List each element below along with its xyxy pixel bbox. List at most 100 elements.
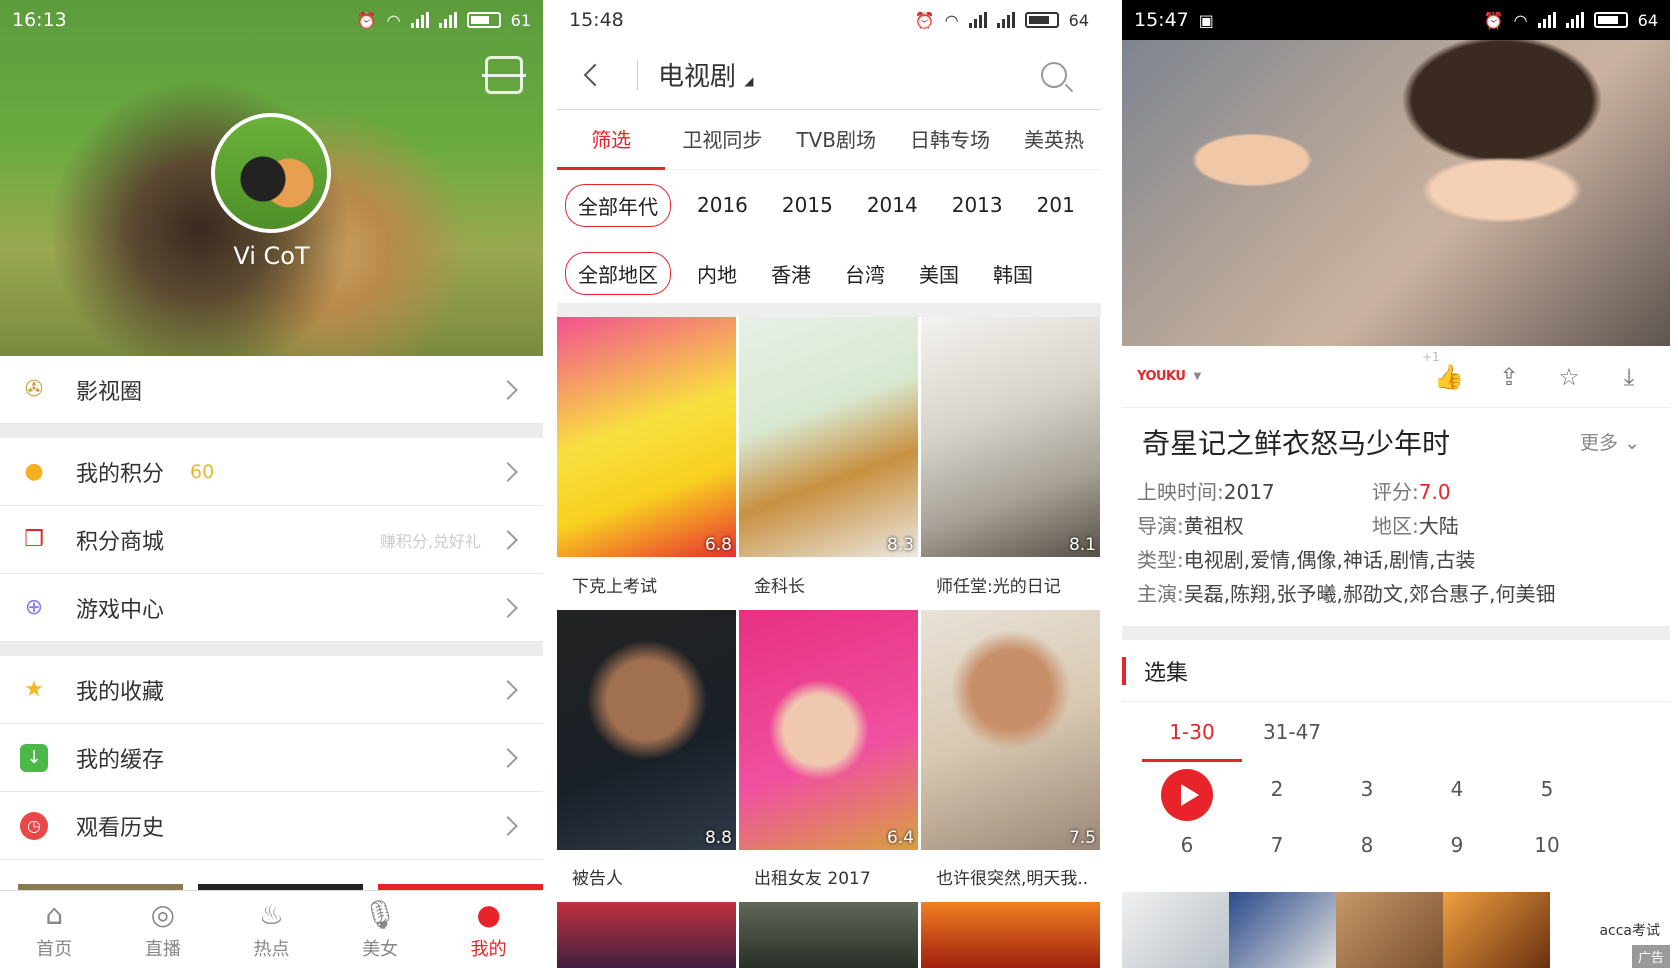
scan-icon[interactable] — [482, 56, 526, 94]
menu-item-history[interactable]: ◷ 观看历史 — [0, 792, 543, 860]
episode-button[interactable]: 4 — [1412, 777, 1502, 801]
menu-hint: 赚积分,兑好礼 — [379, 531, 481, 551]
menu-item-favorites[interactable]: ★ 我的收藏 — [0, 656, 543, 724]
show-poster[interactable]: 8.1 — [921, 317, 1100, 557]
more-label: 更多 — [1580, 432, 1619, 454]
value: 吴磊,陈翔,张予曦,郝劭文,郊合惠子,何美钿 — [1183, 582, 1556, 606]
show-poster[interactable]: 8.8 — [557, 610, 736, 850]
menu-label: 影视圈 — [76, 379, 143, 405]
menu-item-mall[interactable]: ❒ 积分商城 赚积分,兑好礼 — [0, 506, 543, 574]
chip-year[interactable]: 2013 — [952, 193, 1003, 217]
episode-button[interactable]: 10 — [1502, 833, 1592, 857]
episode-button[interactable]: 2 — [1232, 777, 1322, 801]
alarm-icon: ⏰ — [1483, 10, 1504, 30]
chip-region[interactable]: 台湾 — [845, 259, 885, 288]
section-title: 选集 — [1144, 660, 1189, 686]
chip-year[interactable]: 2015 — [782, 193, 833, 217]
flame-icon: ♨ — [258, 897, 285, 931]
year-filter: 全部年代 2016 2015 2014 2013 201 — [557, 180, 1101, 230]
chip-all-regions[interactable]: 全部地区 — [565, 251, 671, 295]
show-poster[interactable]: 8.3 — [739, 317, 918, 557]
label: 上映时间: — [1137, 480, 1224, 504]
show-title[interactable]: 师任堂:光的日记 — [921, 572, 1100, 597]
youku-logo[interactable]: YOUKU — [1137, 369, 1186, 384]
bottom-tab-bar: ⌂ 首页 ◎ 直播 ♨ 热点 🎙 美女 ● 我的 — [0, 890, 543, 968]
label: 导演: — [1137, 514, 1184, 538]
episode-button[interactable]: 3 — [1322, 777, 1412, 801]
video-player[interactable] — [1122, 40, 1670, 346]
tab-hot[interactable]: ♨ 热点 — [217, 891, 326, 968]
menu-item-points[interactable]: ● 我的积分 60 — [0, 438, 543, 506]
tab-home[interactable]: ⌂ 首页 — [0, 891, 109, 968]
score-badge: 6.8 — [704, 535, 732, 555]
show-poster[interactable] — [921, 902, 1100, 968]
show-title[interactable]: 金科长 — [739, 572, 918, 597]
avatar[interactable] — [211, 113, 331, 233]
episode-button[interactable]: 8 — [1322, 833, 1412, 857]
chip-region[interactable]: 美国 — [919, 259, 959, 288]
chip-all-years[interactable]: 全部年代 — [565, 183, 671, 227]
tab-tvb[interactable]: TVB剧场 — [779, 110, 893, 170]
episode-1-play[interactable] — [1142, 769, 1232, 821]
chip-year[interactable]: 2014 — [867, 193, 918, 217]
score-badge: 8.8 — [704, 828, 732, 848]
back-icon[interactable] — [583, 63, 607, 86]
page-title-text: 电视剧 — [658, 62, 737, 92]
episode-button[interactable]: 6 — [1142, 833, 1232, 857]
tab-satellite-sync[interactable]: 卫视同步 — [665, 110, 779, 170]
star-icon[interactable]: ☆ — [1553, 362, 1585, 392]
genre-row: 类型:电视剧,爱情,偶像,神话,剧情,古装 — [1137, 544, 1476, 573]
battery-level: 64 — [1637, 10, 1658, 30]
gamepad-icon: ⊕ — [24, 595, 44, 620]
show-title[interactable]: 出租女友 2017 — [739, 864, 918, 889]
share-icon[interactable]: ⇪ — [1493, 362, 1525, 392]
clock-icon: ◷ — [20, 811, 48, 840]
show-poster[interactable]: 6.8 — [557, 317, 736, 557]
user-icon: ● — [476, 897, 501, 931]
tab-japan-korea[interactable]: 日韩专场 — [893, 110, 1007, 170]
tab-us-uk[interactable]: 美英热 — [1007, 110, 1101, 170]
chevron-right-icon — [498, 461, 518, 482]
show-poster[interactable]: 7.5 — [921, 610, 1100, 850]
rating-value: 7.0 — [1418, 480, 1451, 504]
episode-button[interactable]: 7 — [1232, 833, 1322, 857]
top-bar: 电视剧 ◢ — [557, 40, 1101, 110]
show-poster[interactable]: 6.4 — [739, 610, 918, 850]
tab-filter[interactable]: 筛选 — [557, 110, 666, 170]
download-icon[interactable]: ⤓ — [1613, 362, 1645, 392]
menu-item-games[interactable]: ⊕ 游戏中心 — [0, 574, 543, 642]
search-icon[interactable] — [1041, 61, 1067, 88]
chevron-down-icon[interactable]: ▼ — [1193, 371, 1201, 382]
episode-section-header: 选集 — [1122, 640, 1670, 702]
more-button[interactable]: 更多 ⌄ — [1580, 428, 1640, 455]
episode-button[interactable]: 5 — [1502, 777, 1592, 801]
menu-item-cache[interactable]: ↓ 我的缓存 — [0, 724, 543, 792]
show-poster[interactable] — [557, 902, 736, 968]
menu-item-circle[interactable]: ✇ 影视圈 — [0, 356, 543, 424]
ad-text: acca考试 — [1599, 923, 1660, 939]
profile-screen: 16:13 ⏰ ◠ 61 Vi CoT ✇ 影视圈 ● 我的积分 60 ❒ 积分… — [0, 0, 543, 968]
tab-episodes-31-47[interactable]: 31-47 — [1242, 702, 1342, 762]
download-icon: ↓ — [20, 743, 48, 772]
tab-episodes-1-30[interactable]: 1-30 — [1142, 702, 1242, 762]
show-title[interactable]: 下克上考试 — [557, 572, 736, 597]
episode-button[interactable]: 9 — [1412, 833, 1502, 857]
play-icon — [1161, 769, 1213, 821]
chip-year[interactable]: 2016 — [697, 193, 748, 217]
thumbs-up-icon[interactable]: 👍 — [1433, 362, 1465, 392]
show-title[interactable]: 也许很突然,明天我.. — [921, 864, 1100, 889]
star-icon: ★ — [24, 677, 44, 702]
tab-live[interactable]: ◎ 直播 — [109, 891, 218, 968]
ad-banner[interactable]: acca考试 广告 — [1122, 892, 1670, 968]
tab-mine[interactable]: ● 我的 — [434, 891, 543, 968]
tab-beauty[interactable]: 🎙 美女 — [326, 891, 435, 968]
show-title[interactable]: 被告人 — [557, 864, 736, 889]
battery-icon — [1024, 12, 1059, 28]
chip-year[interactable]: 201 — [1037, 193, 1075, 217]
chip-region[interactable]: 内地 — [697, 259, 737, 288]
show-poster[interactable] — [739, 902, 918, 968]
menu-label: 我的积分 — [76, 461, 165, 487]
chip-region[interactable]: 香港 — [771, 259, 811, 288]
chip-region[interactable]: 韩国 — [993, 259, 1033, 288]
page-title[interactable]: 电视剧 ◢ — [658, 56, 754, 93]
